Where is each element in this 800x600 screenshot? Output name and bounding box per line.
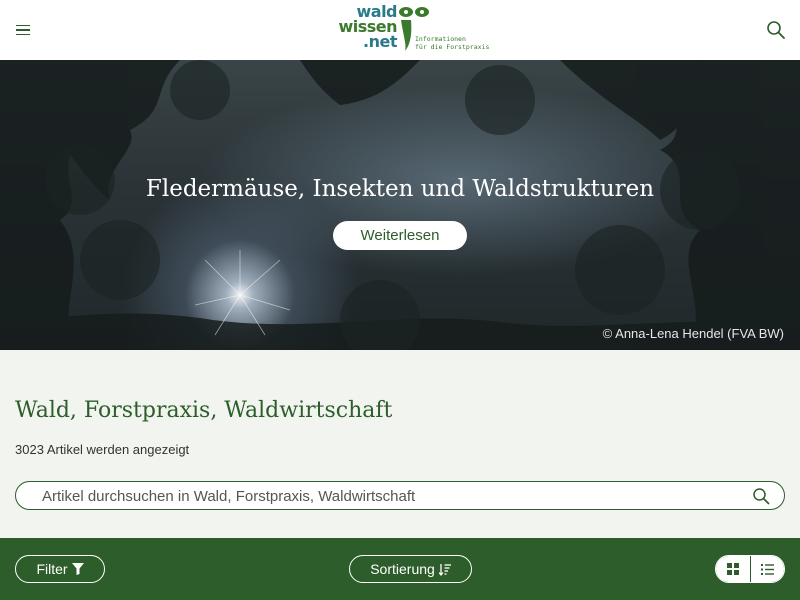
list-view-button[interactable]: [749, 556, 784, 582]
search-icon[interactable]: [766, 20, 786, 40]
hero-banner: Fledermäuse, Insekten und Waldstrukturen…: [0, 60, 800, 350]
grid-view-button[interactable]: [716, 556, 750, 582]
site-logo[interactable]: wald wissen .net Informationen für die F…: [335, 2, 489, 56]
grid-view-icon: [726, 563, 739, 575]
logo-wordmark: wald wissen .net: [338, 2, 397, 51]
read-more-button[interactable]: Weiterlesen: [333, 221, 467, 250]
page-title: Wald, Forstpraxis, Waldwirtschaft: [15, 398, 393, 423]
sort-label: Sortierung: [370, 561, 435, 577]
article-search-box: [15, 481, 785, 510]
list-view-icon: [760, 563, 774, 575]
search-icon[interactable]: [752, 487, 770, 505]
hero-title: Fledermäuse, Insekten und Waldstrukturen: [145, 176, 655, 202]
header: wald wissen .net Informationen für die F…: [0, 0, 800, 60]
sort-descending-icon: [438, 563, 451, 576]
funnel-icon: [71, 563, 84, 575]
sort-button[interactable]: Sortierung: [349, 555, 472, 583]
image-credit: © Anna-Lena Hendel (FVA BW): [602, 326, 784, 341]
hamburger-menu-icon[interactable]: [12, 20, 34, 40]
filter-label: Filter: [36, 561, 68, 577]
logo-tagline: Informationen für die Forstpraxis: [415, 35, 490, 51]
article-search-input[interactable]: [42, 486, 742, 506]
filter-button[interactable]: Filter: [15, 555, 105, 583]
view-toggle: [715, 555, 785, 583]
bottom-toolbar: Filter Sortierung: [0, 538, 800, 600]
article-count: 3023 Artikel werden angezeigt: [15, 442, 190, 457]
forest-canopy-image: [0, 60, 800, 350]
